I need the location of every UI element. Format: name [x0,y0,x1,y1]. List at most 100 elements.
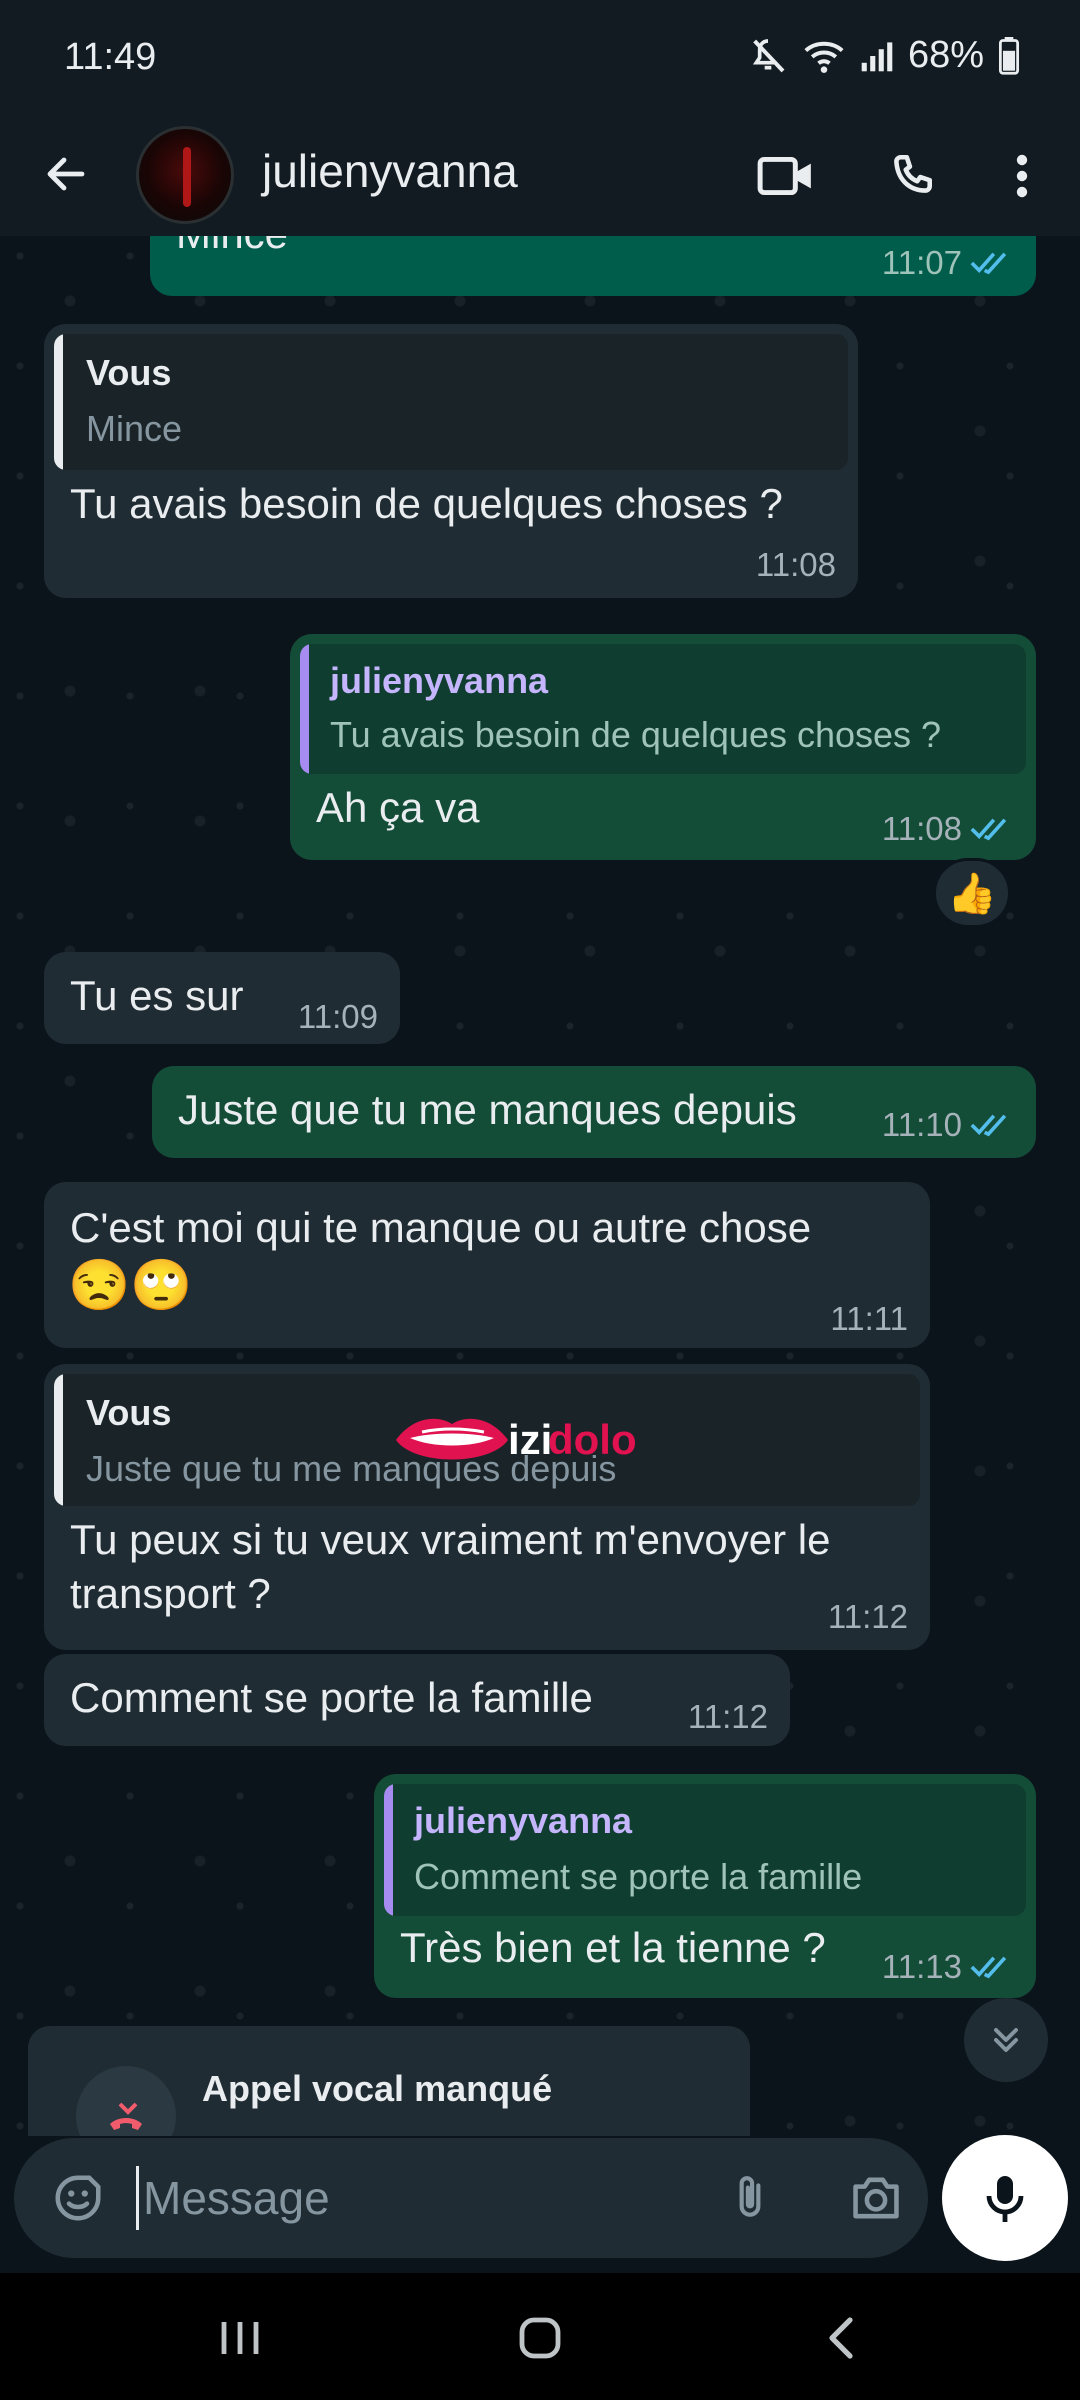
reaction-thumbs-up[interactable]: 👍 [933,858,1011,928]
missed-call-label: Appel vocal manqué [202,2068,553,2109]
recent-apps-icon [221,2322,259,2354]
chat-header: julienyvanna [0,118,1080,236]
sticker-icon [55,2175,101,2221]
status-time: 11:49 [64,36,157,78]
message-time: 11:08 [755,546,836,583]
message-emojis: 😒🙄 [68,1257,193,1313]
message-bubble-incoming[interactable]: Tu es sur 11:09 [44,952,400,1044]
message-meta: 11:08 [756,546,836,584]
quote-text: Comment se porte la famille [414,1856,863,1897]
double-check-icon [970,818,1007,841]
camera-button[interactable] [840,2162,912,2234]
video-camera-icon [757,156,811,196]
status-icons: 68% [748,34,1020,77]
quote-author: Vous [86,1392,172,1433]
contact-name[interactable]: julienyvanna [262,144,518,198]
video-call-button[interactable] [750,140,822,212]
avatar[interactable] [136,126,234,224]
status-bar: 11:49 68% [0,0,1080,118]
message-meta: 11:11 [830,1300,908,1338]
chevron-left-icon [829,2317,853,2359]
double-check-icon [970,1114,1007,1137]
message-text-line1: Tu peux si tu veux vraiment m'envoyer le [70,1516,831,1563]
more-vertical-icon [1016,154,1028,198]
message-meta: 11:12 [828,1598,908,1636]
quoted-message[interactable]: Vous Mince [54,334,848,470]
message-time: 11:08 [881,810,962,847]
camera-icon [853,2177,899,2219]
quote-author: julienyvanna [330,660,549,701]
quote-bar [54,334,63,470]
quoted-message[interactable]: julienyvanna Tu avais besoin de quelques… [300,644,1026,774]
message-meta: 11:12 [688,1698,768,1736]
message-bubble-outgoing[interactable]: Juste que tu me manques depuis 11:10 [152,1066,1036,1158]
battery-icon [998,36,1020,75]
double-check-icon [970,1956,1007,1979]
missed-call-icon-circle [76,2066,176,2136]
back-button[interactable] [30,138,102,210]
watermark-text-b: dolo [548,1416,637,1463]
quote-author: Vous [86,352,172,393]
message-text: Comment se porte la famille [70,1674,593,1721]
microphone-icon [986,2176,1024,2222]
message-text: Très bien et la tienne ? [400,1924,826,1971]
more-options-button[interactable] [986,140,1058,212]
missed-call-icon [110,2102,142,2130]
voice-call-button[interactable] [876,140,948,212]
phone-icon [894,154,932,193]
message-bubble-incoming[interactable]: C'est moi qui te manque ou autre chose 😒… [44,1182,930,1348]
message-time: 11:07 [881,244,962,281]
quote-author: julienyvanna [414,1800,633,1841]
message-meta: 11:10 [882,1106,1014,1144]
message-bubble-outgoing[interactable]: Mince 11:07 [150,236,1036,296]
sticker-button[interactable] [42,2162,114,2234]
attach-button[interactable] [714,2162,786,2234]
double-check-icon [970,252,1007,275]
message-bubble-outgoing[interactable]: julienyvanna Tu avais besoin de quelques… [290,634,1036,860]
battery-text: 68% [907,34,984,76]
lips-icon [396,1418,508,1460]
message-text: Tu avais besoin de quelques choses ? [70,480,783,527]
message-meta: 11:08 [882,810,1014,848]
signal-icon [860,38,894,74]
message-bubble-incoming[interactable]: Comment se porte la famille 11:12 [44,1654,790,1746]
message-time: 11:09 [297,998,378,1035]
home-button[interactable] [500,2303,580,2373]
message-bubble-incoming[interactable]: Vous Mince Tu avais besoin de quelques c… [44,324,858,598]
chevron-double-down-icon [994,2028,1018,2052]
scroll-to-bottom-button[interactable] [964,1998,1048,2082]
message-time: 11:13 [881,1948,962,1985]
missed-call-bubble[interactable]: Appel vocal manqué [28,2026,750,2136]
message-composer [14,2138,928,2258]
quote-bar [300,644,309,774]
message-text-line2: transport ? [70,1570,271,1617]
message-time: 11:12 [827,1598,908,1635]
voice-record-button[interactable] [942,2135,1068,2261]
message-bubble-outgoing[interactable]: julienyvanna Comment se porte la famille… [374,1774,1036,1998]
wifi-icon [802,36,846,76]
system-navbar [0,2273,1080,2400]
message-meta: 11:13 [882,1948,1014,1986]
message-text: Ah ça va [316,784,480,831]
message-time: 11:11 [830,1300,908,1337]
paperclip-icon [739,2176,761,2217]
message-text: Juste que tu me manques depuis [178,1086,797,1133]
quote-bar [54,1374,63,1506]
message-meta: 11:09 [298,998,378,1036]
home-icon [519,2317,561,2359]
quote-bar [384,1784,393,1916]
quoted-message[interactable]: julienyvanna Comment se porte la famille [384,1784,1026,1916]
message-text: C'est moi qui te manque ou autre chose [70,1204,812,1251]
message-input[interactable] [136,2166,696,2230]
message-text: Mince [176,236,288,258]
message-time: 11:12 [687,1698,768,1735]
message-text: Tu es sur [70,972,244,1019]
quote-text: Tu avais besoin de quelques choses ? [330,714,942,755]
arrow-left-icon [47,157,85,191]
quote-text: Mince [86,408,183,449]
recent-apps-button[interactable] [200,2303,280,2373]
mute-icon [748,36,788,76]
nav-back-button[interactable] [800,2303,880,2373]
watermark-text-a: izi [508,1416,553,1463]
chat-area[interactable]: Mince 11:07 Vous Mince Tu avais besoin d… [0,236,1080,2136]
